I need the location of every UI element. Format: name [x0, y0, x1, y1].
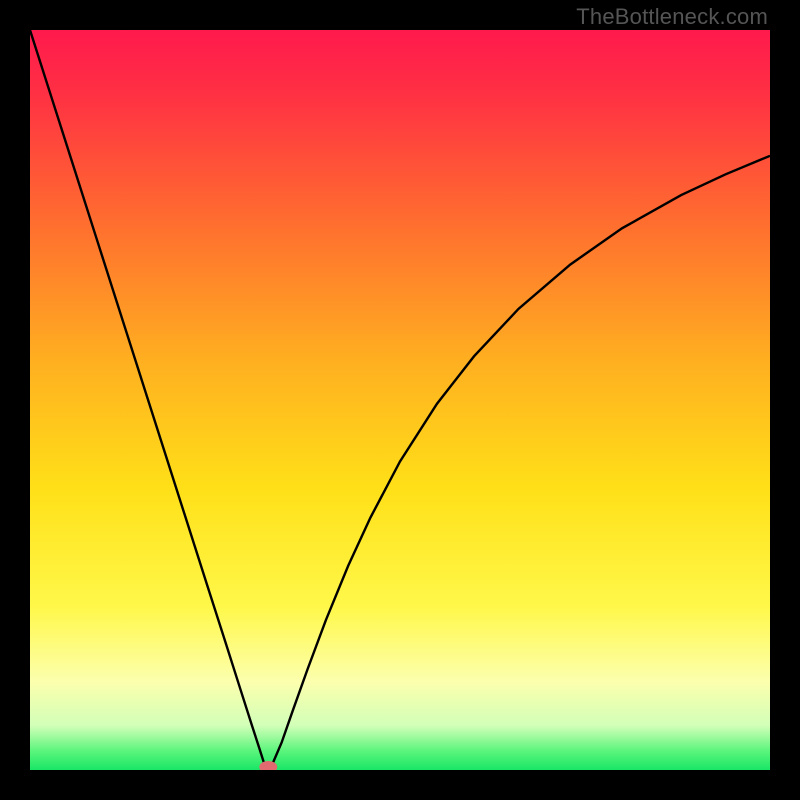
minimum-marker: [259, 761, 277, 770]
plot-area: [30, 30, 770, 770]
chart-frame: TheBottleneck.com: [0, 0, 800, 800]
watermark-text: TheBottleneck.com: [576, 4, 768, 30]
curve-layer: [30, 30, 770, 770]
bottleneck-curve: [30, 30, 770, 770]
